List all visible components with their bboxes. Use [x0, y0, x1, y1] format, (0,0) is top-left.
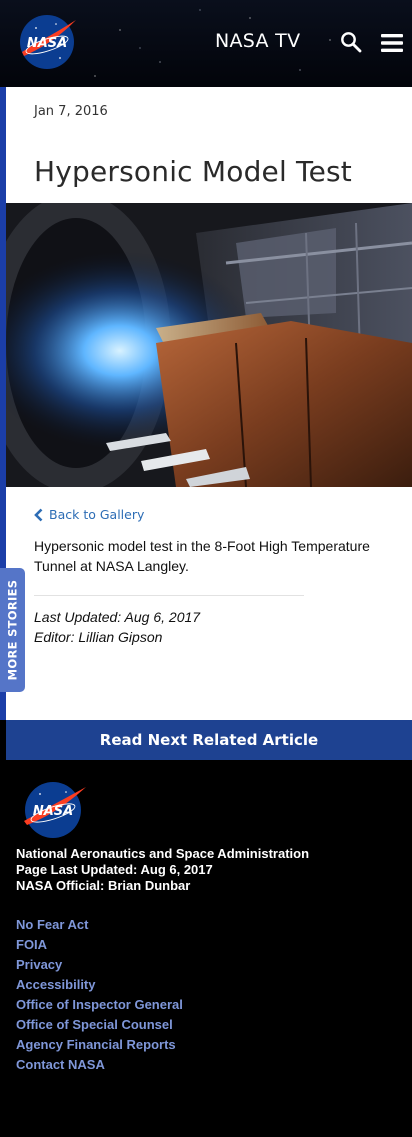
agency-info: National Aeronautics and Space Administr…: [16, 846, 309, 894]
article-meta: Last Updated: Aug 6, 2017 Editor: Lillia…: [34, 607, 200, 647]
site-header: NASA NASA TV: [0, 0, 412, 87]
search-icon[interactable]: [340, 31, 362, 53]
footer-link-financial-reports[interactable]: Agency Financial Reports: [16, 1037, 176, 1052]
footer-link-no-fear-act[interactable]: No Fear Act: [16, 917, 88, 932]
nasa-logo[interactable]: NASA: [16, 12, 80, 72]
footer-link-contact-nasa[interactable]: Contact NASA: [16, 1057, 105, 1072]
page-title: Hypersonic Model Test: [34, 155, 352, 188]
hero-image: [6, 203, 412, 487]
more-stories-tab[interactable]: MORE STORIES: [0, 568, 25, 692]
page-last-updated: Page Last Updated: Aug 6, 2017: [16, 862, 213, 877]
nasa-official: NASA Official: Brian Dunbar: [16, 878, 191, 893]
footer-link-privacy[interactable]: Privacy: [16, 957, 62, 972]
agency-name: National Aeronautics and Space Administr…: [16, 846, 310, 861]
back-link-label: Back to Gallery: [49, 507, 145, 522]
back-to-gallery-link[interactable]: Back to Gallery: [34, 507, 144, 522]
image-caption: Hypersonic model test in the 8-Foot High…: [34, 538, 370, 574]
chevron-left-icon: [34, 508, 43, 521]
svg-text:NASA: NASA: [33, 804, 73, 819]
hamburger-menu-icon[interactable]: [380, 33, 404, 53]
nasa-tv-title[interactable]: NASA TV: [215, 30, 300, 52]
footer-link-foia[interactable]: FOIA: [16, 937, 47, 952]
last-updated: Last Updated: Aug 6, 2017: [34, 609, 201, 625]
site-footer: NASA National Aeronautics and Space Admi…: [0, 760, 412, 1137]
footer-link-accessibility[interactable]: Accessibility: [16, 977, 96, 992]
svg-text:NASA: NASA: [27, 36, 67, 51]
footer-link-special-counsel[interactable]: Office of Special Counsel: [16, 1017, 173, 1032]
editor: Editor: Lillian Gipson: [34, 629, 163, 645]
read-next-button[interactable]: Read Next Related Article: [6, 720, 412, 760]
more-stories-label: MORE STORIES: [5, 579, 20, 681]
footer-link-inspector-general[interactable]: Office of Inspector General: [16, 997, 183, 1012]
footer-nasa-logo[interactable]: NASA: [18, 779, 90, 841]
footer-links: No Fear Act FOIA Privacy Accessibility O…: [16, 917, 183, 1077]
article-date: Jan 7, 2016: [34, 104, 108, 119]
article-content: Jan 7, 2016 Hypersonic Model Test Back t…: [6, 87, 412, 720]
divider: [34, 595, 304, 596]
